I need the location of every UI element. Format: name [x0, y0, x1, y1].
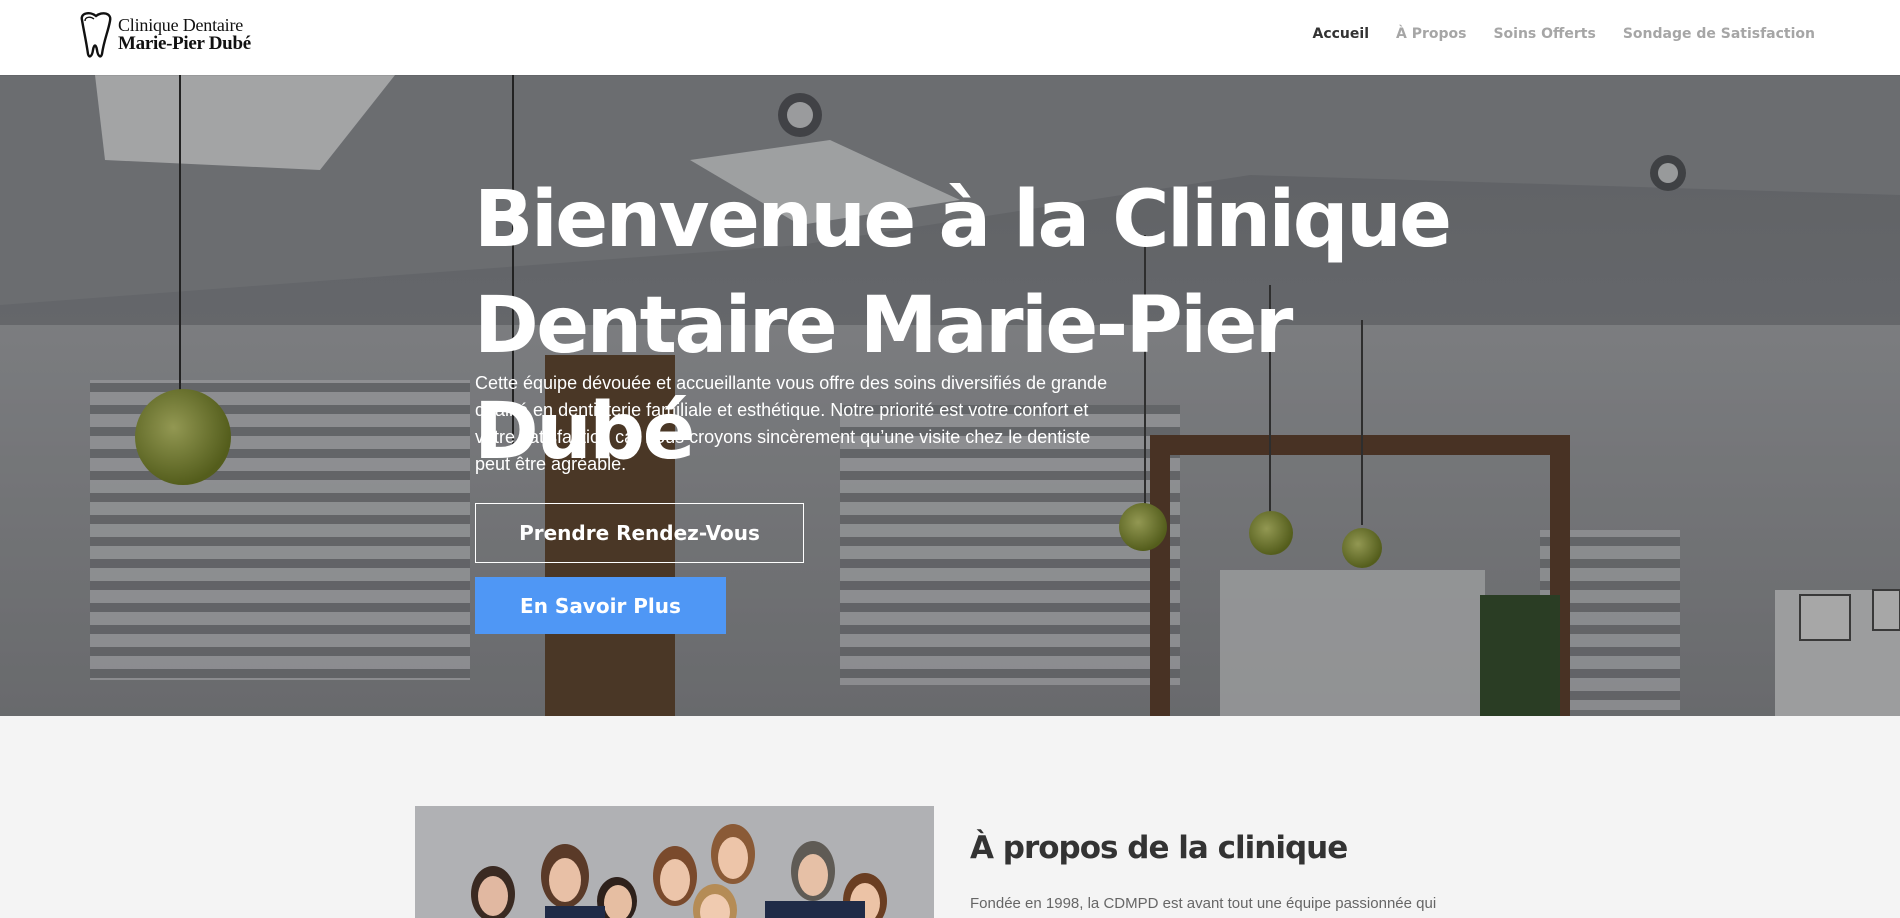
nav-item-a-propos[interactable]: À Propos — [1396, 26, 1466, 42]
logo[interactable]: Clinique Dentaire Marie-Pier Dubé — [76, 10, 251, 60]
tooth-logo-icon — [80, 12, 112, 58]
logo-line2: Marie-Pier Dubé — [118, 33, 251, 55]
about-text: Fondée en 1998, la CDMPD est avant tout … — [970, 895, 1437, 912]
logo-line1: Clinique Dentaire — [118, 14, 244, 35]
main-nav: Accueil À Propos Soins Offerts Sondage d… — [1313, 26, 1816, 42]
team-photo — [415, 806, 934, 918]
hero-section: Bienvenue à la Clinique Dentaire Marie-P… — [0, 75, 1900, 716]
nav-item-sondage[interactable]: Sondage de Satisfaction — [1623, 26, 1815, 42]
about-title: À propos de la clinique — [970, 830, 1348, 866]
nav-item-accueil[interactable]: Accueil — [1313, 26, 1370, 42]
nav-item-soins-offerts[interactable]: Soins Offerts — [1493, 26, 1595, 42]
book-appointment-button[interactable]: Prendre Rendez-Vous — [475, 503, 804, 563]
learn-more-button[interactable]: En Savoir Plus — [475, 577, 726, 634]
site-header: Clinique Dentaire Marie-Pier Dubé Accuei… — [0, 0, 1900, 75]
hero-description: Cette équipe dévouée et accueillante vou… — [475, 373, 1108, 474]
